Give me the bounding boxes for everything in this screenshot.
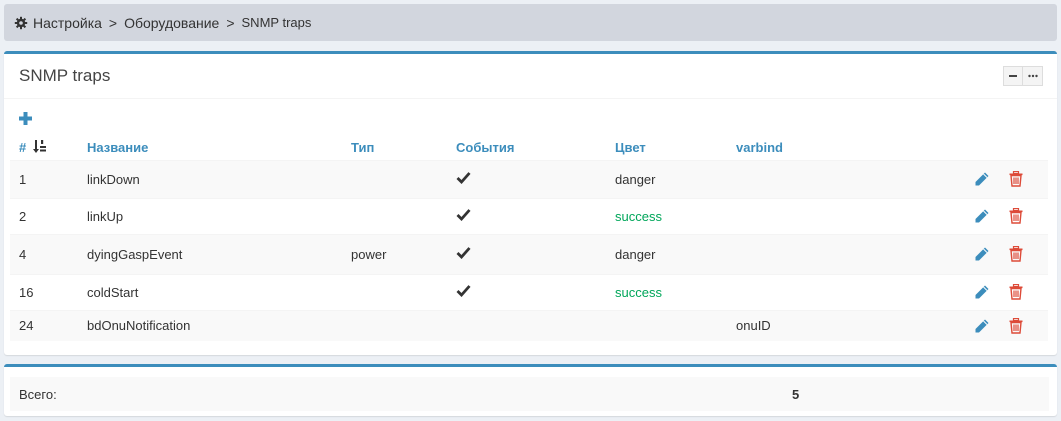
cell-events (456, 159, 615, 198)
column-header-varbind[interactable]: varbind (736, 126, 974, 161)
edit-button[interactable] (974, 284, 990, 300)
table-row: 4 dyingGaspEvent power danger (10, 233, 1048, 274)
cell-name: linkDown (87, 159, 351, 198)
breadcrumb-item-current: SNMP traps (241, 15, 312, 30)
cell-actions (974, 233, 1048, 274)
cell-events (456, 233, 615, 274)
cell-type (351, 159, 456, 198)
total-label: Всего: (19, 386, 57, 402)
cell-name: bdOnuNotification (87, 309, 351, 341)
cell-actions (974, 309, 1048, 341)
edit-button[interactable] (974, 318, 990, 334)
cell-name: linkUp (87, 197, 351, 234)
snmp-traps-panel: SNMP traps # Название Тип События Цвет v… (4, 51, 1057, 355)
cell-color: success (615, 273, 736, 310)
collapse-button[interactable] (1003, 66, 1023, 86)
delete-button[interactable] (1008, 284, 1024, 300)
delete-button[interactable] (1008, 171, 1024, 187)
column-header-color[interactable]: Цвет (615, 126, 736, 161)
breadcrumb-item-settings[interactable]: Настройка (33, 15, 102, 31)
ellipsis-icon (1027, 74, 1038, 78)
breadcrumb: Настройка > Оборудование > SNMP traps (4, 4, 1057, 41)
table-row: 2 linkUp success (10, 197, 1048, 234)
breadcrumb-item-equipment[interactable]: Оборудование (124, 15, 219, 31)
cell-id: 2 (10, 197, 87, 234)
breadcrumb-separator: > (226, 14, 235, 31)
cell-id: 24 (10, 309, 87, 341)
column-header-events[interactable]: События (456, 126, 615, 161)
check-icon (456, 209, 471, 222)
table-row: 1 linkDown danger (10, 159, 1048, 198)
panel-tools (1003, 66, 1043, 86)
cell-actions (974, 197, 1048, 234)
cell-id: 16 (10, 273, 87, 310)
cell-type (351, 273, 456, 310)
total-value: 5 (792, 386, 800, 402)
delete-button[interactable] (1008, 208, 1024, 224)
breadcrumb-separator: > (108, 14, 118, 31)
plus-icon (19, 112, 32, 125)
cell-varbind (736, 159, 974, 198)
total-row: Всего: 5 (10, 377, 1049, 411)
cell-events (456, 197, 615, 234)
pencil-icon (975, 209, 989, 223)
cell-actions (974, 159, 1048, 198)
add-trap-button[interactable] (18, 111, 33, 126)
cell-actions (974, 273, 1048, 310)
cell-events (456, 309, 615, 341)
check-icon (456, 285, 471, 298)
trash-icon (1009, 171, 1023, 187)
edit-button[interactable] (974, 171, 990, 187)
sort-numeric-asc-icon[interactable] (32, 140, 47, 154)
edit-button[interactable] (974, 208, 990, 224)
trash-icon (1009, 208, 1023, 224)
column-header-id[interactable]: # (10, 126, 87, 161)
table-header-row: # Название Тип События Цвет varbind (10, 126, 1048, 161)
cell-color: danger (615, 233, 736, 274)
cell-name: dyingGaspEvent (87, 233, 351, 274)
more-button[interactable] (1023, 66, 1043, 86)
trash-icon (1009, 317, 1023, 334)
cell-varbind (736, 273, 974, 310)
pencil-icon (975, 319, 989, 333)
delete-button[interactable] (1008, 246, 1024, 262)
pencil-icon (975, 285, 989, 299)
cell-id: 1 (10, 159, 87, 198)
add-row (4, 99, 1057, 126)
edit-button[interactable] (974, 246, 990, 262)
check-icon (456, 247, 471, 260)
cell-events (456, 273, 615, 310)
cell-color: danger (615, 159, 736, 198)
minus-icon (1009, 75, 1017, 77)
cell-color: success (615, 197, 736, 234)
trash-icon (1009, 246, 1023, 262)
gear-icon (14, 16, 28, 30)
cell-varbind: onuID (736, 309, 974, 341)
table-row: 24 bdOnuNotification onuID (10, 309, 1048, 341)
cell-id: 4 (10, 233, 87, 274)
check-icon (456, 172, 471, 185)
table-row: 16 coldStart success (10, 273, 1048, 310)
column-header-type[interactable]: Тип (351, 126, 456, 161)
cell-type (351, 309, 456, 341)
column-header-name[interactable]: Название (87, 126, 351, 161)
table-body: 1 linkDown danger 2 linkUp success 4 dyingGaspE… (10, 159, 1048, 341)
pencil-icon (975, 247, 989, 261)
column-header-id-label: # (19, 140, 27, 156)
pencil-icon (975, 172, 989, 186)
cell-color (615, 309, 736, 341)
cell-varbind (736, 233, 974, 274)
panel-header: SNMP traps (4, 54, 1057, 99)
trash-icon (1009, 284, 1023, 300)
summary-panel: Всего: 5 (4, 364, 1057, 416)
cell-name: coldStart (87, 273, 351, 310)
cell-varbind (736, 197, 974, 234)
snmp-traps-table: # Название Тип События Цвет varbind 1 li… (10, 126, 1048, 341)
cell-type (351, 197, 456, 234)
delete-button[interactable] (1008, 317, 1024, 334)
panel-title: SNMP traps (19, 66, 111, 85)
column-header-actions (974, 126, 1048, 161)
cell-type: power (351, 233, 456, 274)
